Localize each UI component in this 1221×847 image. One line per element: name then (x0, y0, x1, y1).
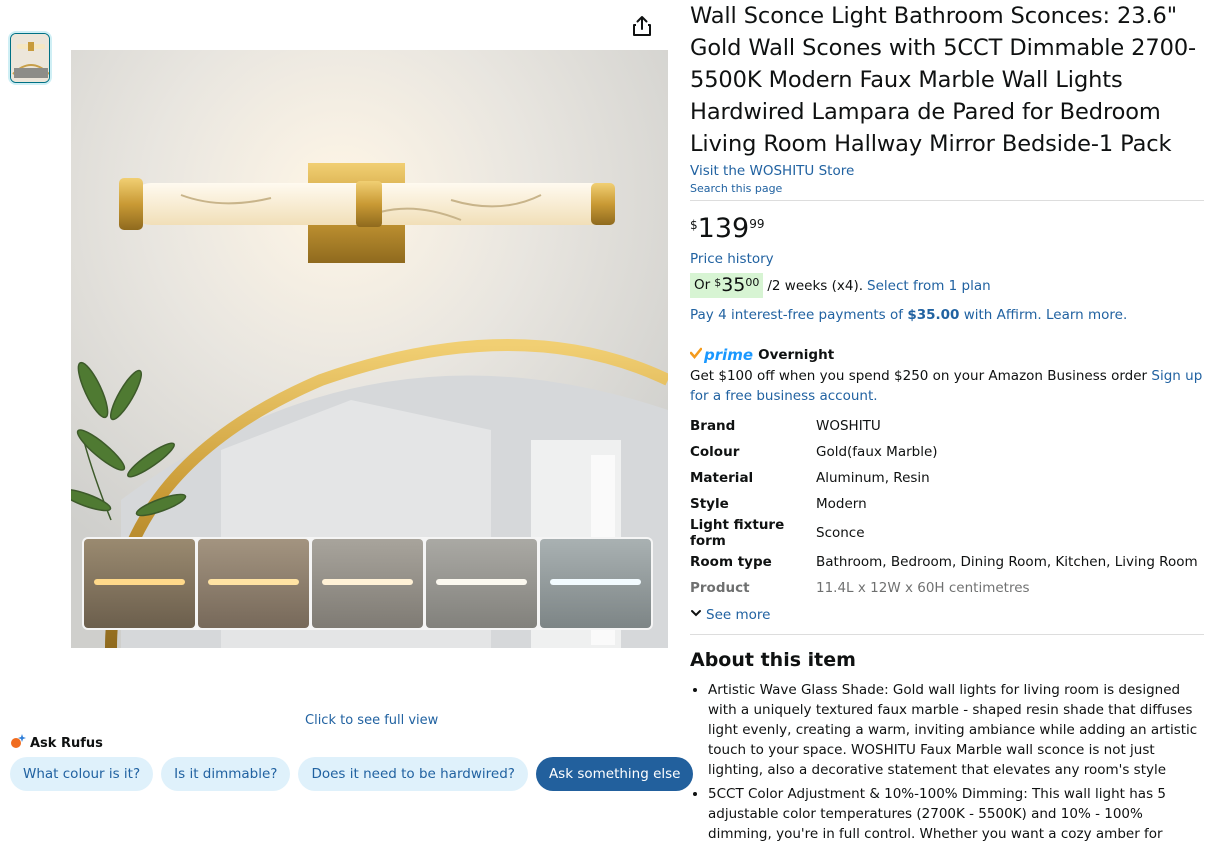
spec-key: Colour (690, 444, 740, 460)
prime-logo: prime (704, 346, 754, 364)
installment-symbol: $ (714, 276, 722, 289)
search-this-page-link[interactable]: Search this page (690, 182, 782, 195)
thumbnail-image[interactable] (10, 33, 50, 83)
color-temperature-strip (82, 537, 653, 630)
affirm-prefix: Pay 4 interest-free payments of (690, 307, 904, 323)
spec-row: Brand WOSHITU (690, 413, 1198, 439)
spec-value: WOSHITU (816, 418, 881, 434)
see-more-toggle[interactable]: See more (690, 607, 1204, 623)
price-history-link[interactable]: Price history (690, 251, 774, 267)
about-bullet: 5CCT Color Adjustment & 10%-100% Dimming… (708, 784, 1204, 847)
spec-row: Colour Gold(faux Marble) (690, 439, 1198, 465)
select-plan-link[interactable]: Select from 1 plan (867, 278, 991, 294)
price-fraction: 99 (749, 217, 765, 231)
temp-thumb-4000 (312, 539, 423, 628)
spec-row: Light fixture form Sconce (690, 517, 1198, 549)
divider (690, 634, 1204, 635)
affirm-offer[interactable]: Pay 4 interest-free payments of $35.00 w… (690, 307, 1204, 323)
spec-row: Style Modern (690, 491, 1198, 517)
rufus-suggestions: What colour is it? Is it dimmable? Does … (10, 757, 694, 791)
installment-prefix: Or (694, 277, 711, 293)
price: $ 139 99 (690, 215, 1204, 242)
installment-whole: 35 (721, 274, 746, 296)
main-product-image[interactable] (71, 50, 668, 648)
ask-something-else-button[interactable]: Ask something else (535, 757, 694, 791)
price-symbol: $ (690, 218, 698, 232)
spec-row: Material Aluminum, Resin (690, 465, 1198, 491)
product-title: Wall Sconce Light Bathroom Sconces: 23.6… (690, 3, 1197, 157)
store-link[interactable]: Visit the WOSHITU Store (690, 163, 854, 179)
prime-delivery: prime Overnight (689, 346, 1204, 364)
about-bullets: Artistic Wave Glass Shade: Gold wall lig… (690, 680, 1204, 847)
prime-check-icon (689, 347, 703, 363)
spec-value: Bathroom, Bedroom, Dining Room, Kitchen,… (816, 554, 1198, 570)
spec-row: Room type Bathroom, Bedroom, Dining Room,… (690, 549, 1198, 575)
installment-amount: Or $ 35 00 (690, 273, 764, 298)
click-full-view-link[interactable]: Click to see full view (305, 713, 438, 728)
share-icon[interactable] (630, 14, 654, 38)
rufus-chip-hardwired[interactable]: Does it need to be hardwired? (298, 757, 528, 791)
spec-key: Style (690, 496, 729, 512)
spec-key: Room type (690, 554, 772, 570)
spec-value: 11.4L x 12W x 60H centimetres (816, 580, 1030, 596)
price-whole: 139 (697, 213, 750, 244)
chevron-down-icon (690, 607, 702, 623)
temp-thumb-5500 (540, 539, 651, 628)
spec-key: Brand (690, 418, 736, 434)
ask-rufus-text: Ask Rufus (30, 735, 103, 751)
temp-thumb-2700 (84, 539, 195, 628)
temp-thumb-5000 (426, 539, 537, 628)
affirm-suffix: with Affirm. Learn more. (963, 307, 1128, 323)
business-offer: Get $100 off when you spend $250 on your… (690, 366, 1204, 406)
spec-value: Sconce (816, 525, 865, 541)
temp-thumb-3000 (198, 539, 309, 628)
affirm-amount: $35.00 (907, 307, 960, 323)
installment-fraction: 00 (745, 276, 760, 289)
spec-value: Aluminum, Resin (816, 470, 930, 486)
divider (690, 200, 1204, 201)
spec-row: Product 11.4L x 12W x 60H centimetres (690, 575, 1198, 601)
product-details: Wall Sconce Light Bathroom Sconces: 23.6… (689, 0, 1204, 847)
about-this-item-heading: About this item (690, 649, 856, 671)
rufus-icon (10, 733, 26, 753)
about-bullet: Artistic Wave Glass Shade: Gold wall lig… (708, 680, 1204, 780)
installment-offer: Or $ 35 00 /2 weeks (x4). Select from 1 … (690, 273, 1204, 298)
installment-suffix: /2 weeks (x4). (767, 277, 864, 294)
see-more-link[interactable]: See more (706, 607, 770, 623)
specs-table: Brand WOSHITU Colour Gold(faux Marble) Mat… (690, 413, 1198, 601)
spec-value: Gold(faux Marble) (816, 444, 938, 460)
rufus-chip-dimmable[interactable]: Is it dimmable? (161, 757, 291, 791)
spec-key: Product (690, 580, 750, 596)
rufus-chip-colour[interactable]: What colour is it? (10, 757, 154, 791)
spec-key: Light fixture form (690, 517, 785, 549)
spec-value: Modern (816, 496, 867, 512)
spec-key: Material (690, 470, 754, 486)
ask-rufus-label: Ask Rufus (10, 733, 103, 753)
prime-speed: Overnight (758, 347, 835, 363)
business-offer-text: Get $100 off when you spend $250 on your… (690, 368, 1148, 384)
thumbnail-list (10, 33, 50, 83)
